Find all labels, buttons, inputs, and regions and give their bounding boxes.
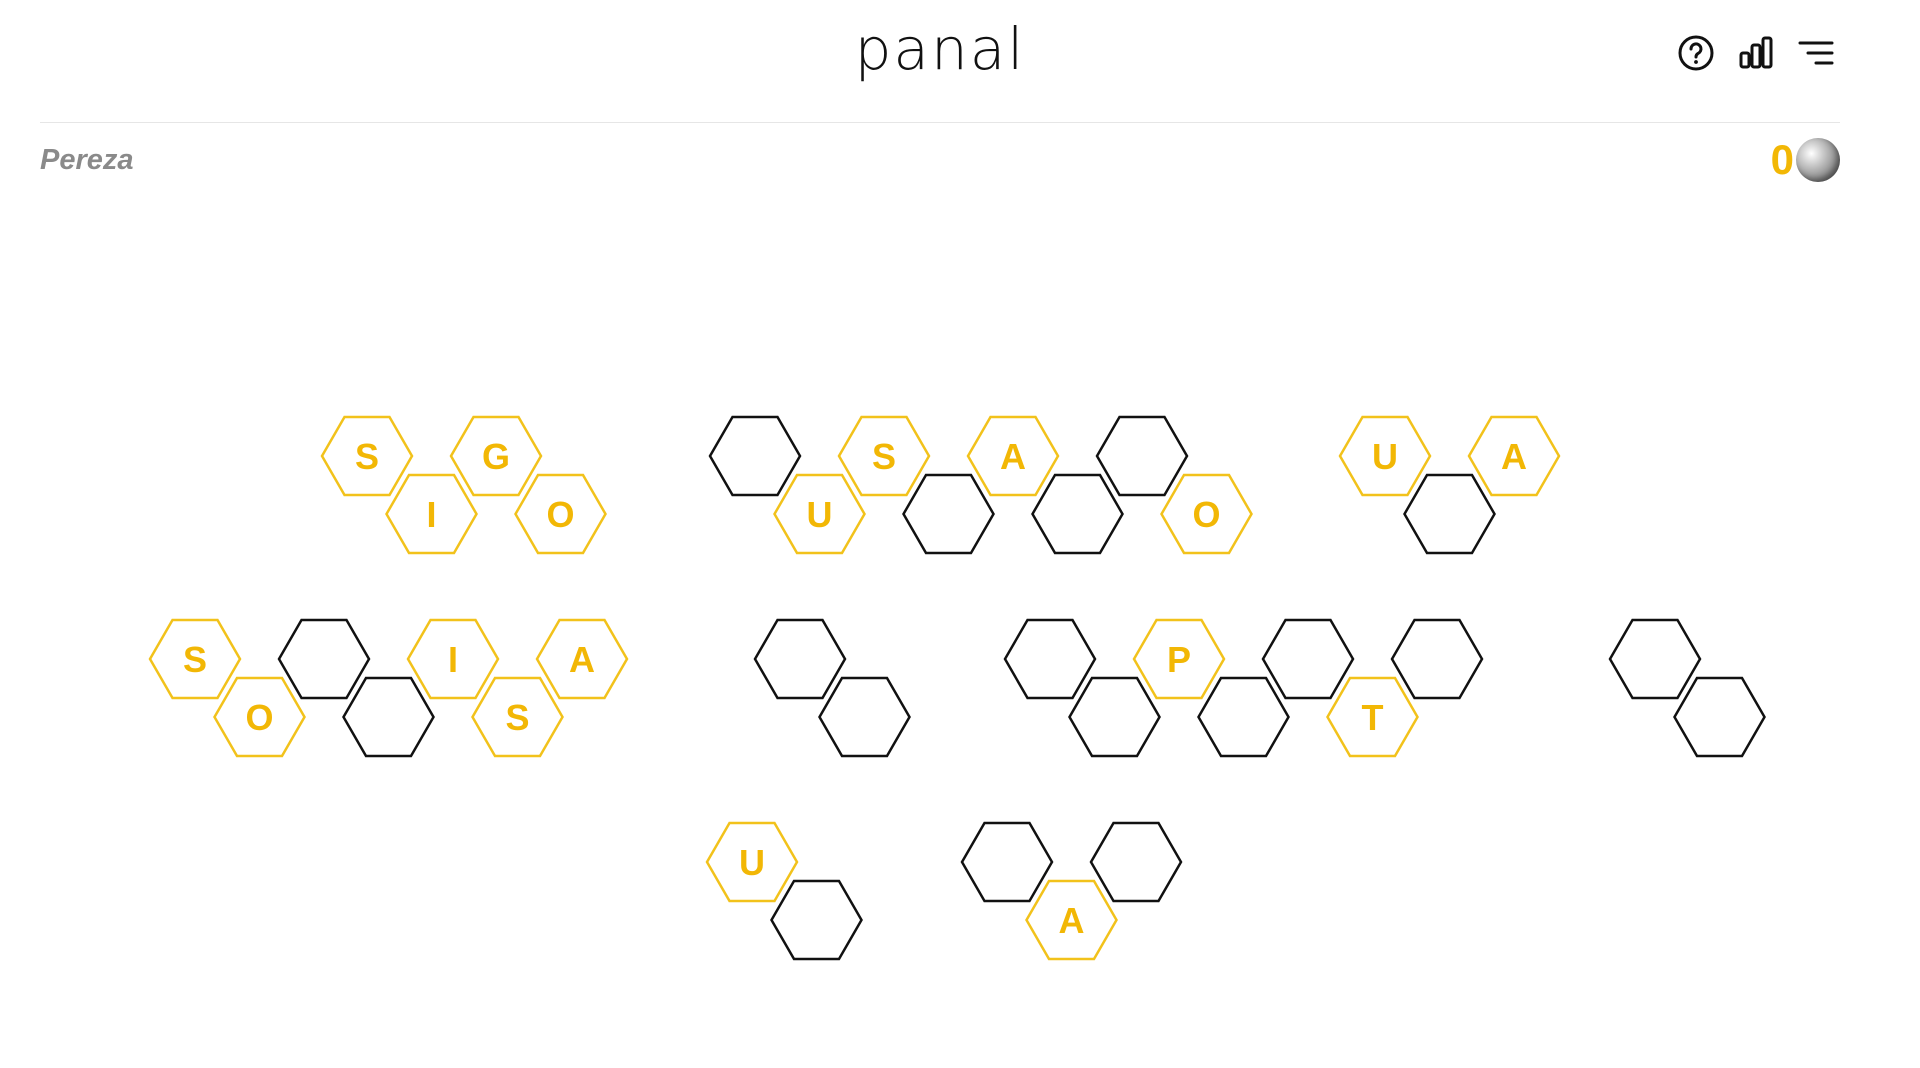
app-logo[interactable]: panal (40, 14, 1840, 84)
top-header: panal (40, 0, 1840, 123)
hex-cell-filled[interactable]: S (148, 618, 242, 700)
hex-cell-filled[interactable]: U (705, 821, 799, 903)
hex-shape (1003, 618, 1097, 700)
hex-shape (1390, 618, 1484, 700)
hex-cell-filled[interactable]: U (773, 473, 866, 555)
hex-shape (753, 618, 847, 700)
hex-shape (708, 415, 802, 497)
hex-cell-empty[interactable] (708, 415, 802, 497)
hex-shape (1031, 473, 1124, 555)
help-icon (1678, 35, 1714, 71)
hex-letter: U (807, 494, 833, 535)
hex-cell-empty[interactable] (1673, 676, 1766, 758)
hex-cell-empty[interactable] (1095, 415, 1189, 497)
hex-cell-filled[interactable]: T (1326, 676, 1419, 758)
hex-shape (1608, 618, 1702, 700)
hex-cell-empty[interactable] (960, 821, 1054, 903)
hex-shape (770, 879, 863, 961)
hex-letter: A (1501, 436, 1527, 477)
hex-cell-empty[interactable] (1390, 618, 1484, 700)
status-bar: Pereza 0 (40, 138, 1840, 182)
hex-cell-empty[interactable] (902, 473, 995, 555)
hex-cell-filled[interactable]: O (514, 473, 607, 555)
menu-icon (1798, 41, 1834, 65)
hex-letter: S (505, 697, 529, 738)
word-group: U (705, 821, 863, 961)
hex-cell-filled[interactable]: I (406, 618, 500, 700)
word-group: UA (1338, 415, 1561, 555)
hex-cell-filled[interactable]: A (535, 618, 629, 700)
hex-letter: S (183, 639, 207, 680)
hex-shape (1068, 676, 1161, 758)
hex-shape (1089, 821, 1183, 903)
header-actions (1676, 33, 1836, 73)
hex-cell-empty[interactable] (1197, 676, 1290, 758)
hex-shape (1673, 676, 1766, 758)
score-value: 0 (1770, 136, 1794, 183)
category-label: Pereza (40, 144, 134, 176)
hex-shape (1197, 676, 1290, 758)
hex-cell-filled[interactable]: A (1025, 879, 1118, 961)
hex-cell-empty[interactable] (1031, 473, 1124, 555)
hex-cell-filled[interactable]: S (837, 415, 931, 497)
help-button[interactable] (1676, 33, 1716, 73)
hex-cell-empty[interactable] (1403, 473, 1496, 555)
hex-shape (342, 676, 435, 758)
hex-letter: O (546, 494, 574, 535)
word-group (753, 618, 911, 758)
stats-icon (1739, 36, 1773, 69)
hex-cell-empty[interactable] (1261, 618, 1355, 700)
hex-letter: I (448, 639, 458, 680)
word-group (1608, 618, 1766, 758)
hex-cell-empty[interactable] (1068, 676, 1161, 758)
hex-cell-filled[interactable]: S (471, 676, 564, 758)
word-group: A (960, 821, 1183, 961)
hex-cell-empty[interactable] (1608, 618, 1702, 700)
word-group: S I AO S (148, 618, 629, 758)
hex-cell-empty[interactable] (770, 879, 863, 961)
hex-cell-empty[interactable] (277, 618, 371, 700)
hex-letter: P (1167, 639, 1191, 680)
hex-letter: A (569, 639, 595, 680)
hex-shape (1095, 415, 1189, 497)
hex-cell-empty[interactable] (818, 676, 911, 758)
hex-letter: S (872, 436, 896, 477)
hex-shape (277, 618, 371, 700)
hex-shape (1403, 473, 1496, 555)
hex-shape (902, 473, 995, 555)
hex-letter: I (426, 494, 436, 535)
hex-cell-empty[interactable] (1089, 821, 1183, 903)
word-group: S A U O (708, 415, 1253, 555)
hex-cell-empty[interactable] (753, 618, 847, 700)
word-group: S G I O (320, 415, 607, 555)
hex-shape (818, 676, 911, 758)
hex-letter: A (1000, 436, 1026, 477)
hex-cell-filled[interactable]: U (1338, 415, 1432, 497)
hex-cell-filled[interactable]: O (213, 676, 306, 758)
hex-cell-filled[interactable]: A (1467, 415, 1561, 497)
hex-cell-filled[interactable]: A (966, 415, 1060, 497)
score-display: 0 (1771, 138, 1840, 182)
hex-shape (1261, 618, 1355, 700)
hex-letter: O (245, 697, 273, 738)
hex-letter: U (739, 842, 765, 883)
hex-cell-filled[interactable]: I (385, 473, 478, 555)
hex-cell-empty[interactable] (342, 676, 435, 758)
hex-letter: O (1192, 494, 1220, 535)
hex-letter: T (1362, 697, 1384, 738)
hex-cell-filled[interactable]: P (1132, 618, 1226, 700)
hex-shape (960, 821, 1054, 903)
hex-letter: U (1372, 436, 1398, 477)
coin-icon (1796, 138, 1840, 182)
hex-cell-filled[interactable]: S (320, 415, 414, 497)
menu-button[interactable] (1796, 33, 1836, 73)
stats-button[interactable] (1736, 33, 1776, 73)
hex-letter: S (355, 436, 379, 477)
hex-cell-filled[interactable]: G (449, 415, 543, 497)
hex-letter: G (482, 436, 510, 477)
hex-cell-empty[interactable] (1003, 618, 1097, 700)
hex-cell-filled[interactable]: O (1160, 473, 1253, 555)
hex-letter: A (1059, 900, 1085, 941)
word-group: PT (1003, 618, 1484, 758)
